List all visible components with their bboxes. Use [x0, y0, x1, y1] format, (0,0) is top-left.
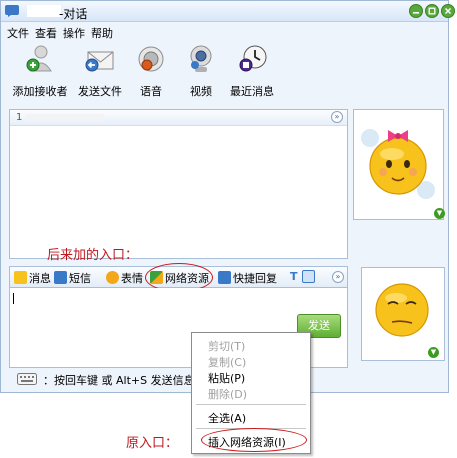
video-label: 视频 — [190, 85, 212, 98]
add-recipient-button[interactable]: 添加接收者 — [9, 43, 71, 99]
menu-separator — [196, 404, 306, 405]
minimize-button[interactable] — [409, 4, 423, 18]
voice-button[interactable]: 语音 — [133, 43, 169, 99]
recent-messages-label: 最近消息 — [230, 85, 274, 98]
tab-message-label: 消息 — [29, 272, 51, 285]
window-title: -对话 — [59, 7, 88, 21]
self-avatar-chevron-icon[interactable]: ▼ — [428, 347, 439, 358]
history-line-number: 1 — [16, 112, 23, 123]
maximize-button[interactable] — [425, 4, 439, 18]
history-entry-redacted — [26, 114, 104, 122]
sms-icon — [54, 271, 67, 284]
menu-item-copy[interactable]: 复制(C) — [208, 354, 246, 370]
message-history-panel[interactable]: 1 » — [9, 109, 348, 259]
history-expand-button[interactable]: » — [331, 111, 343, 123]
tab-emoticon[interactable]: 表情 — [106, 270, 143, 286]
menu-bar: 文件 查看 操作 帮助 — [1, 23, 448, 40]
text-cursor — [13, 293, 14, 304]
recent-messages-button[interactable]: 最近消息 — [227, 43, 277, 99]
tab-quick-reply[interactable]: 快捷回复 — [218, 270, 277, 286]
menu-item-delete[interactable]: 删除(D) — [208, 386, 247, 402]
voice-icon — [138, 46, 164, 72]
send-file-icon — [85, 51, 114, 72]
menu-actions[interactable]: 操作 — [63, 25, 85, 41]
recent-messages-icon — [239, 45, 267, 72]
voice-label: 语音 — [140, 85, 162, 98]
tab-sms-label: 短信 — [69, 272, 91, 285]
keyboard-icon — [17, 373, 37, 385]
menu-item-paste[interactable]: 粘贴(P) — [208, 370, 245, 386]
annotation-new-entry: 后来加的入口： — [47, 248, 139, 263]
send-file-button[interactable]: 发送文件 — [75, 43, 125, 99]
title-contact-redacted — [27, 5, 61, 17]
add-recipient-label: 添加接收者 — [12, 85, 68, 98]
add-contact-icon — [26, 45, 52, 72]
tab-sms[interactable]: 短信 — [54, 270, 91, 286]
send-file-label: 发送文件 — [78, 85, 122, 98]
message-icon — [14, 271, 27, 284]
screen-capture-icon — [302, 270, 315, 283]
app-icon — [5, 5, 19, 17]
video-icon — [190, 45, 212, 72]
menu-item-cut[interactable]: 剪切(T) — [208, 338, 245, 354]
compose-expand-button[interactable]: » — [332, 271, 344, 283]
menu-view[interactable]: 查看 — [35, 25, 57, 41]
history-header: 1 » — [10, 110, 347, 126]
contact-avatar-panel: ▼ — [353, 109, 445, 220]
menu-help[interactable]: 帮助 — [91, 25, 113, 41]
tab-emoticon-label: 表情 — [121, 272, 143, 285]
self-avatar-panel: ▼ — [361, 267, 445, 361]
contact-avatar-chevron-icon[interactable]: ▼ — [434, 208, 445, 219]
screenshot-icon[interactable] — [302, 270, 317, 284]
tab-quick-reply-label: 快捷回复 — [233, 272, 277, 285]
annotation-original-entry: 原入口： — [126, 436, 179, 451]
close-button[interactable] — [441, 4, 455, 18]
title-bar[interactable]: -对话 — [1, 1, 455, 22]
font-icon[interactable]: T — [290, 270, 298, 283]
menu-file[interactable]: 文件 — [7, 25, 29, 41]
video-button[interactable]: 视频 — [183, 43, 219, 99]
contact-avatar — [361, 129, 435, 199]
menu-item-select-all[interactable]: 全选(A) — [208, 410, 246, 426]
emoticon-icon — [106, 271, 119, 284]
tab-message[interactable]: 消息 — [14, 270, 51, 286]
quick-reply-icon — [218, 271, 231, 284]
screenshot-stage: -对话 文件 查看 操作 帮助 添加接收者 发送文件 语音 视频 最近消息 1 … — [0, 0, 457, 458]
status-hint: ：按回车键 或 Alt+S 发送信息， — [43, 374, 206, 387]
main-toolbar: 添加接收者 发送文件 语音 视频 最近消息 — [1, 41, 448, 103]
highlight-oval-insert-web-resource — [201, 428, 307, 452]
